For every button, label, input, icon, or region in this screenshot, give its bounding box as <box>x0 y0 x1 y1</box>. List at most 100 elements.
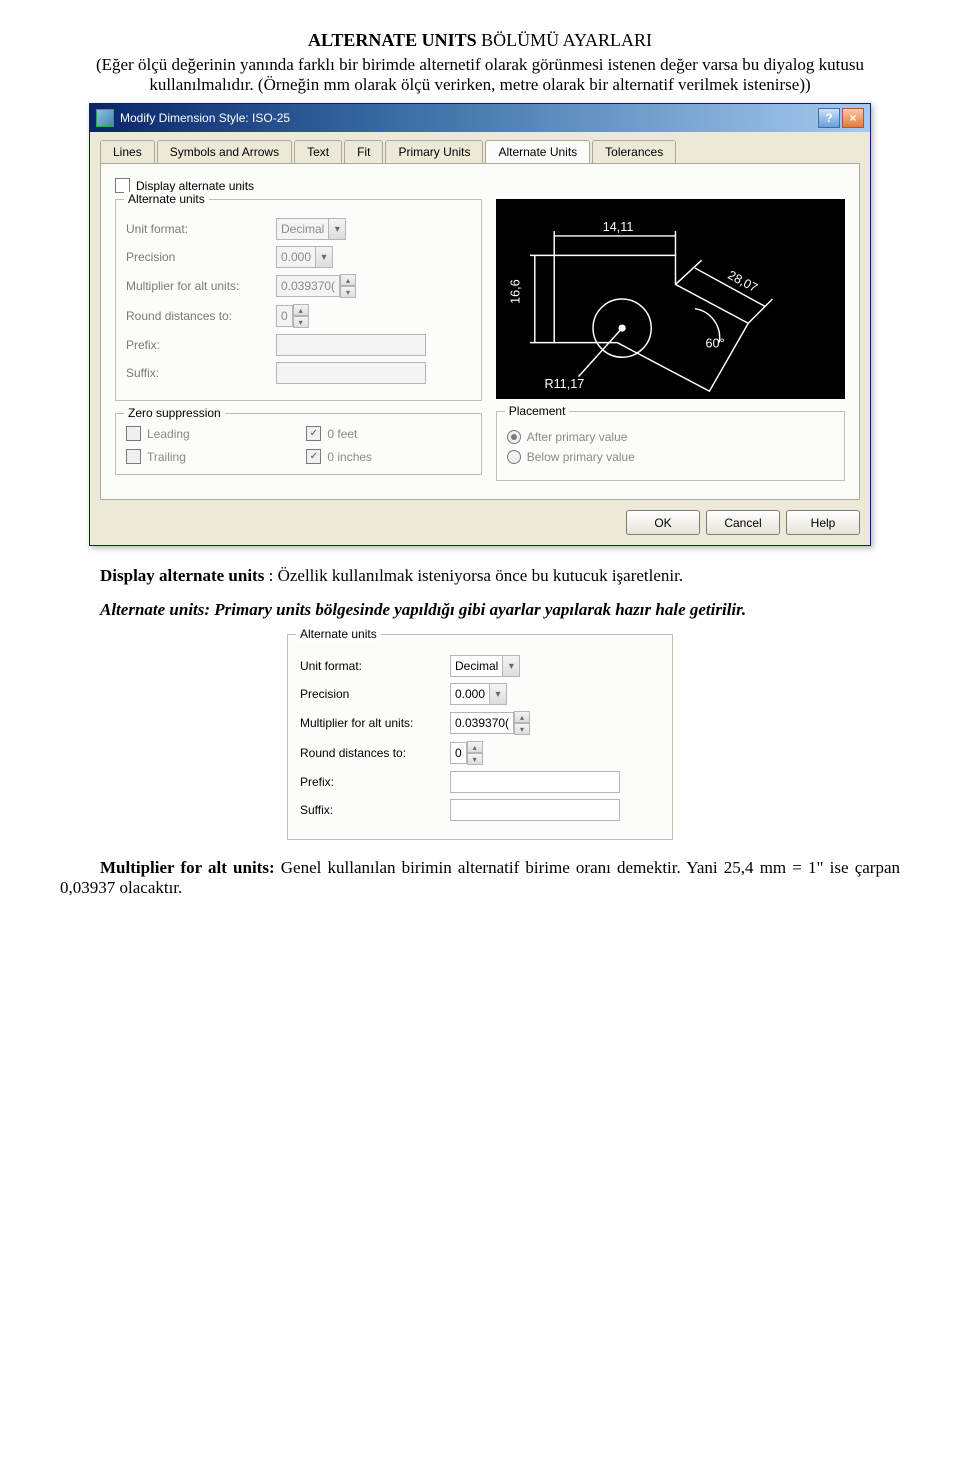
precision-label: Precision <box>300 687 450 701</box>
dim-left: 16,6 <box>508 279 522 304</box>
app-icon <box>96 109 114 127</box>
feet-label: 0 feet <box>327 427 357 441</box>
unit-format-combo[interactable]: Decimal <box>276 218 329 240</box>
prefix-label: Prefix: <box>126 338 276 352</box>
cancel-button[interactable]: Cancel <box>706 510 780 535</box>
chevron-down-icon[interactable]: ▾ <box>316 246 333 268</box>
prefix-label: Prefix: <box>300 775 450 789</box>
term-bold: Display alternate units <box>100 566 264 585</box>
help-button[interactable]: Help <box>786 510 860 535</box>
spin-up-icon[interactable]: ▴ <box>514 711 530 723</box>
button-label: Help <box>811 516 836 530</box>
page-heading: ALTERNATE UNITS BÖLÜMÜ AYARLARI <box>60 30 900 51</box>
group-legend: Alternate units <box>124 192 209 206</box>
paragraph-2: Alternate units: Primary units bölgesind… <box>60 600 900 620</box>
tab-alternate-units[interactable]: Alternate Units <box>485 140 590 163</box>
tab-panel: Display alternate units Alternate units … <box>100 163 860 500</box>
spin-down-icon[interactable]: ▾ <box>293 316 309 328</box>
inches-checkbox[interactable]: ✓ <box>306 449 321 464</box>
tab-label: Symbols and Arrows <box>170 145 279 159</box>
chevron-down-icon[interactable]: ▾ <box>503 655 520 677</box>
preview-panel: 14,11 16,6 28,07 60° R11,17 <box>496 199 845 399</box>
prefix-input[interactable] <box>276 334 426 356</box>
placement-group: Placement After primary value Below prim… <box>496 411 845 481</box>
tab-label: Primary Units <box>398 145 470 159</box>
zero-suppression-group: Zero suppression Leading ✓0 feet Trailin… <box>115 413 482 475</box>
leading-checkbox[interactable] <box>126 426 141 441</box>
preview-drawing: 14,11 16,6 28,07 60° R11,17 <box>496 199 845 399</box>
prefix-input[interactable] <box>450 771 620 793</box>
tab-label: Tolerances <box>605 145 663 159</box>
leading-label: Leading <box>147 427 190 441</box>
term-italic: Alternate units: Primary units bölgesind… <box>100 600 746 619</box>
suffix-input[interactable] <box>276 362 426 384</box>
unit-format-combo[interactable]: Decimal <box>450 655 503 677</box>
group-legend: Placement <box>505 404 570 418</box>
paragraph-3: Multiplier for alt units: Genel kullanıl… <box>60 858 900 898</box>
multiplier-input[interactable]: 0.039370( <box>276 275 340 297</box>
placement-below-label: Below primary value <box>527 450 635 464</box>
display-alt-units-label: Display alternate units <box>136 179 254 193</box>
unit-format-label: Unit format: <box>126 222 276 236</box>
mini-alternate-units-group: Alternate units Unit format: Decimal ▾ P… <box>287 634 673 840</box>
tab-fit[interactable]: Fit <box>344 140 383 163</box>
multiplier-input[interactable]: 0.039370( <box>450 712 514 734</box>
tab-lines[interactable]: Lines <box>100 140 155 163</box>
unit-format-label: Unit format: <box>300 659 450 673</box>
close-icon[interactable]: × <box>842 108 864 128</box>
dim-angle: 60° <box>705 337 724 351</box>
placement-after-label: After primary value <box>527 430 628 444</box>
feet-checkbox[interactable]: ✓ <box>306 426 321 441</box>
spin-down-icon[interactable]: ▾ <box>340 286 356 298</box>
chevron-down-icon[interactable]: ▾ <box>329 218 346 240</box>
term-text: Özellik kullanılmak isteniyorsa önce bu … <box>278 566 684 585</box>
placement-below-radio[interactable] <box>507 450 521 464</box>
spin-down-icon[interactable]: ▾ <box>467 753 483 765</box>
precision-label: Precision <box>126 250 276 264</box>
suffix-input[interactable] <box>450 799 620 821</box>
alternate-units-group: Alternate units Unit format: Decimal ▾ P… <box>115 199 482 401</box>
multiplier-label: Multiplier for alt units: <box>126 279 276 293</box>
round-label: Round distances to: <box>126 309 276 323</box>
tab-symbols[interactable]: Symbols and Arrows <box>157 140 292 163</box>
button-label: OK <box>654 516 671 530</box>
window-title: Modify Dimension Style: ISO-25 <box>120 111 290 125</box>
spin-up-icon[interactable]: ▴ <box>467 741 483 753</box>
precision-combo[interactable]: 0.000 <box>450 683 490 705</box>
ok-button[interactable]: OK <box>626 510 700 535</box>
spin-down-icon[interactable]: ▾ <box>514 723 530 735</box>
placement-after-radio[interactable] <box>507 430 521 444</box>
paragraph-1: Display alternate units : Özellik kullan… <box>60 566 900 586</box>
titlebar: Modify Dimension Style: ISO-25 ? × <box>90 104 870 132</box>
group-legend: Alternate units <box>296 627 381 641</box>
page-description: (Eğer ölçü değerinin yanında farklı bir … <box>80 55 880 95</box>
tab-label: Lines <box>113 145 142 159</box>
help-icon[interactable]: ? <box>818 108 840 128</box>
round-input[interactable]: 0 <box>450 742 467 764</box>
dim-top: 14,11 <box>602 220 633 234</box>
round-label: Round distances to: <box>300 746 450 760</box>
dim-diag: 28,07 <box>725 268 759 295</box>
dialog-window: Modify Dimension Style: ISO-25 ? × Lines… <box>89 103 871 546</box>
chevron-down-icon[interactable]: ▾ <box>490 683 507 705</box>
tab-strip: Lines Symbols and Arrows Text Fit Primar… <box>100 140 860 164</box>
term-colon: : <box>264 566 277 585</box>
multiplier-label: Multiplier for alt units: <box>300 716 450 730</box>
spin-up-icon[interactable]: ▴ <box>340 274 356 286</box>
tab-primary-units[interactable]: Primary Units <box>385 140 483 163</box>
tab-tolerances[interactable]: Tolerances <box>592 140 676 163</box>
trailing-label: Trailing <box>147 450 186 464</box>
dim-radius: R11,17 <box>544 377 584 391</box>
precision-combo[interactable]: 0.000 <box>276 246 316 268</box>
button-label: Cancel <box>724 516 761 530</box>
heading-rest: BÖLÜMÜ AYARLARI <box>477 30 652 50</box>
tab-text[interactable]: Text <box>294 140 342 163</box>
tab-label: Alternate Units <box>498 145 577 159</box>
round-input[interactable]: 0 <box>276 305 293 327</box>
heading-bold: ALTERNATE UNITS <box>308 30 477 50</box>
trailing-checkbox[interactable] <box>126 449 141 464</box>
group-legend: Zero suppression <box>124 406 225 420</box>
suffix-label: Suffix: <box>126 366 276 380</box>
display-alt-units-checkbox[interactable] <box>115 178 130 193</box>
spin-up-icon[interactable]: ▴ <box>293 304 309 316</box>
